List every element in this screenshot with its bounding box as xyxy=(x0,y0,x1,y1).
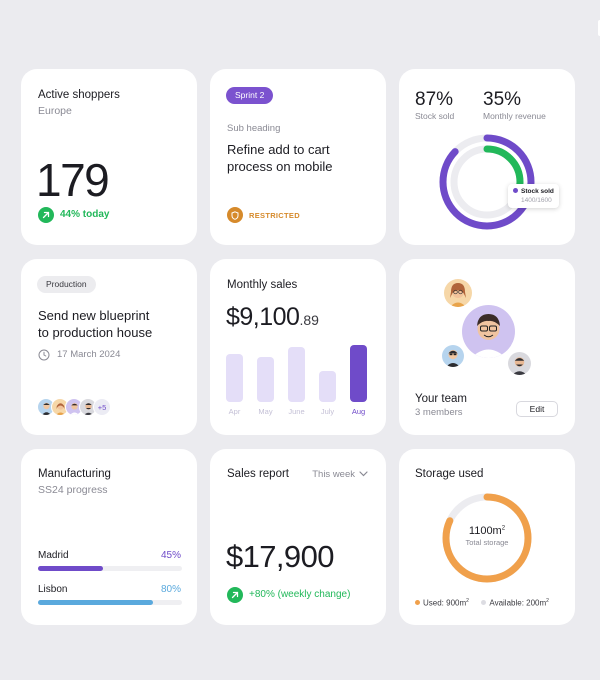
production-title-line1: Send new blueprint xyxy=(38,308,150,323)
shield-icon xyxy=(227,207,243,223)
tooltip-value: 1400/1600 xyxy=(521,197,552,204)
progress-label-lisbon: Lisbon xyxy=(38,584,68,595)
production-date: 17 March 2024 xyxy=(57,349,121,360)
superscript: 2 xyxy=(546,598,549,604)
legend-dot xyxy=(481,599,487,605)
sales-report-change: +80% (weekly change) xyxy=(249,589,351,600)
storage-total-value: 1100m xyxy=(468,525,502,537)
progress-fill-lisbon xyxy=(38,600,154,605)
card-title: Active shoppers xyxy=(38,89,120,101)
card-subtitle: Europe xyxy=(38,105,72,117)
avatar xyxy=(508,352,531,375)
arrow-up-right-icon xyxy=(227,587,243,603)
arrow-up-right-icon xyxy=(38,207,54,223)
storage-total: 1100m2 Total storage xyxy=(441,525,533,547)
bar-label-july: July xyxy=(320,407,335,416)
stock-sold-label: Stock sold xyxy=(415,111,455,121)
stock-card[interactable]: 87% Stock sold 35% Monthly revenue Stock… xyxy=(399,69,575,245)
card-title: Monthly sales xyxy=(227,279,298,291)
avatar xyxy=(462,305,515,358)
bar-may[interactable] xyxy=(257,357,274,402)
bar-label-aug: Aug xyxy=(351,407,366,416)
used-label: Used: 900m xyxy=(423,598,467,608)
storage-card[interactable]: Storage used 1100m2 Total storage Used: … xyxy=(399,449,575,625)
avatar xyxy=(442,345,464,367)
bar-label-june: June xyxy=(288,407,305,416)
manufacturing-card[interactable]: Manufacturing SS24 progress Madrid 45% L… xyxy=(21,449,197,625)
task-subheading: Sub heading xyxy=(227,123,281,134)
bar-apr[interactable] xyxy=(226,354,243,402)
card-title: Manufacturing xyxy=(38,468,111,480)
stock-tooltip: Stock sold 1400/1600 xyxy=(508,184,559,208)
clock-icon xyxy=(38,348,50,366)
revenue-label: Monthly revenue xyxy=(483,111,546,121)
status-badge: RESTRICTED xyxy=(249,211,300,220)
superscript: 2 xyxy=(466,598,469,604)
sales-report-card[interactable]: Sales report This week $17,900 +80% (wee… xyxy=(210,449,386,625)
edit-button[interactable]: Edit xyxy=(516,401,558,417)
tooltip-label: Stock sold xyxy=(521,188,554,195)
card-title: Sales report xyxy=(227,468,290,480)
team-members-count: 3 members xyxy=(415,407,463,418)
card-subtitle: SS24 progress xyxy=(38,484,108,496)
progress-track-madrid xyxy=(38,566,182,571)
amount-cents: .89 xyxy=(299,312,319,328)
member-avatars[interactable]: +5 xyxy=(37,398,111,416)
card-title: Storage used xyxy=(415,468,484,480)
shopper-change: 44% today xyxy=(60,209,110,220)
chevron-down-icon xyxy=(359,469,368,480)
superscript: 2 xyxy=(501,525,506,532)
sprint-badge[interactable]: Sprint 2 xyxy=(226,87,274,104)
progress-track-lisbon xyxy=(38,600,182,605)
active-shoppers-card[interactable]: Active shoppers Europe 179 44% today xyxy=(21,69,197,245)
monthly-sales-card[interactable]: Monthly sales $9,100.89 Apr May June July Au… xyxy=(210,259,386,435)
bar-label-apr: Apr xyxy=(228,407,241,416)
period-dropdown[interactable]: This week xyxy=(312,469,368,480)
legend-dot xyxy=(513,188,518,193)
amount-main: $9,100 xyxy=(226,303,300,331)
progress-fill-madrid xyxy=(38,566,103,571)
storage-total-label: Total storage xyxy=(465,538,509,547)
progress-pct-lisbon: 80% xyxy=(160,584,181,595)
production-tag[interactable]: Production xyxy=(37,276,96,293)
shopper-count: 179 xyxy=(36,154,110,206)
available-label: Available: 200m xyxy=(489,598,547,608)
revenue-pct: 35% xyxy=(483,89,522,110)
bar-aug[interactable] xyxy=(350,345,367,402)
task-card[interactable]: Sprint 2 Sub heading Refine add to cart … xyxy=(210,69,386,245)
task-title-line2: process on mobile xyxy=(227,159,333,174)
team-card[interactable]: Your team 3 members Edit xyxy=(399,259,575,435)
avatar xyxy=(444,279,472,307)
bar-july[interactable] xyxy=(319,371,336,402)
bar-june[interactable] xyxy=(288,347,305,402)
monthly-sales-amount: $9,100.89 xyxy=(226,303,319,332)
production-title-line2: to production house xyxy=(38,325,153,340)
team-title: Your team xyxy=(415,393,467,405)
period-label: This week xyxy=(312,469,355,480)
stock-sold-pct: 87% xyxy=(415,89,454,110)
sales-report-amount: $17,900 xyxy=(226,539,334,574)
extra-members-badge[interactable]: +5 xyxy=(93,398,111,416)
legend-dot xyxy=(415,599,420,605)
bar-label-may: May xyxy=(258,407,273,416)
storage-legend: Used: 900m2 Available: 200m2 xyxy=(415,598,549,608)
stock-donut-chart xyxy=(439,134,535,230)
task-title-line1: Refine add to cart xyxy=(227,142,330,157)
production-card[interactable]: Production Send new blueprint to product… xyxy=(21,259,197,435)
progress-pct-madrid: 45% xyxy=(160,550,181,561)
progress-label-madrid: Madrid xyxy=(38,550,69,561)
